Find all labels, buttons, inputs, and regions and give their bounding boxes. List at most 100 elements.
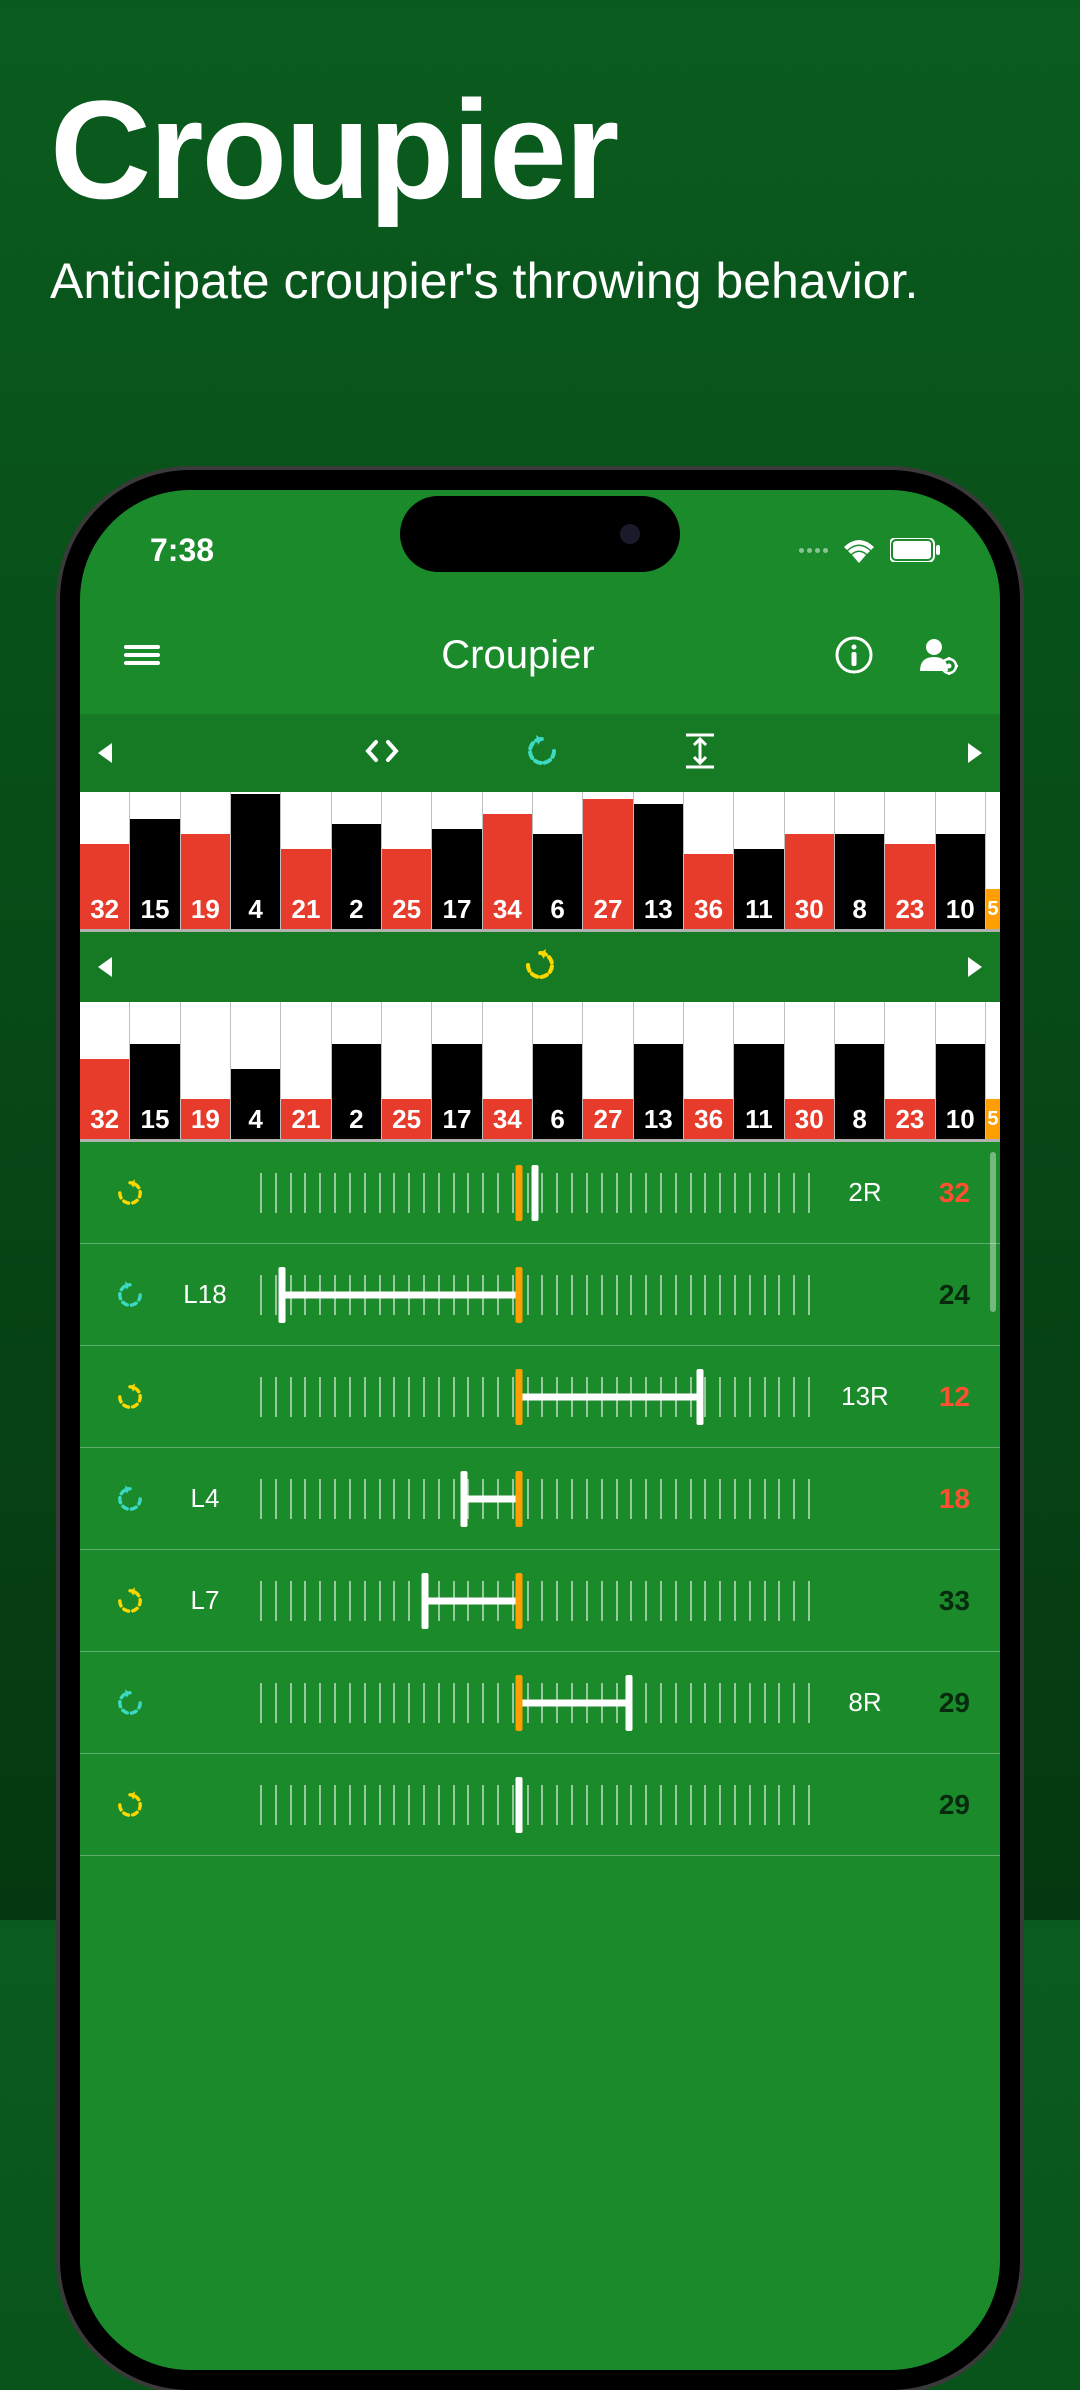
- cell-bar: [533, 834, 582, 889]
- cell-number: 17: [432, 889, 481, 929]
- row-ruler[interactable]: [260, 1369, 810, 1425]
- cell-number: 10: [936, 889, 985, 929]
- marker-white: [697, 1369, 704, 1425]
- cell-number: 6: [533, 889, 582, 929]
- row-ruler[interactable]: [260, 1573, 810, 1629]
- throw-row[interactable]: L1824: [80, 1244, 1000, 1346]
- cell-number: 34: [483, 889, 532, 929]
- collapse-vertical-icon[interactable]: [682, 731, 718, 776]
- wheel-cell[interactable]: 2: [332, 792, 382, 929]
- wheel-cell[interactable]: 15: [130, 792, 180, 929]
- wheel-cell[interactable]: 23: [885, 1002, 935, 1139]
- marker-orange: [515, 1471, 522, 1527]
- wheel-cell[interactable]: 6: [533, 792, 583, 929]
- wheel-cell[interactable]: 6: [533, 1002, 583, 1139]
- wheel-track-1[interactable]: 321519421225173462713361130823105: [80, 792, 1000, 932]
- wheel-cell[interactable]: 36: [684, 792, 734, 929]
- scrollbar-thumb[interactable]: [990, 1152, 996, 1312]
- wheel-cell[interactable]: 10: [936, 792, 986, 929]
- cell-number: 23: [885, 889, 934, 929]
- wheel-cell[interactable]: 4: [231, 792, 281, 929]
- wifi-icon: [842, 537, 876, 563]
- cell-bar: [835, 1044, 884, 1099]
- row-ruler[interactable]: [260, 1675, 810, 1731]
- expand-icon[interactable]: [362, 736, 402, 771]
- cell-number: 36: [684, 1099, 733, 1139]
- marker-orange: [515, 1675, 522, 1731]
- wheel-cell[interactable]: 11: [734, 792, 784, 929]
- wheel-cell[interactable]: 25: [382, 1002, 432, 1139]
- row-ruler[interactable]: [260, 1165, 810, 1221]
- wheel-cell[interactable]: 11: [734, 1002, 784, 1139]
- throw-row[interactable]: L733: [80, 1550, 1000, 1652]
- rotate-ccw-icon: [110, 1278, 150, 1312]
- wheel-cell[interactable]: 15: [130, 1002, 180, 1139]
- signal-icon: [799, 548, 828, 553]
- wheel-cell[interactable]: 19: [181, 792, 231, 929]
- ruler-connector: [425, 1597, 519, 1604]
- cell-bar: [936, 1044, 985, 1099]
- wheel-cell[interactable]: 2: [332, 1002, 382, 1139]
- rotate-cw-icon[interactable]: [520, 945, 560, 990]
- wheel-cell[interactable]: 25: [382, 792, 432, 929]
- wheel-cell[interactable]: 17: [432, 792, 482, 929]
- phone-notch: [400, 496, 680, 572]
- prev-icon-2[interactable]: [98, 957, 112, 977]
- row-left-label: L7: [170, 1585, 240, 1616]
- wheel-cell[interactable]: 32: [80, 1002, 130, 1139]
- wheel-cell[interactable]: 13: [634, 1002, 684, 1139]
- row-right-label: 8R: [830, 1687, 900, 1718]
- wheel-cell[interactable]: 34: [483, 792, 533, 929]
- track-toolbar: [80, 714, 1000, 792]
- throw-list[interactable]: 2R32L182413R12L418L733 8R 29 29: [80, 1142, 1000, 1856]
- profile-settings-icon[interactable]: [916, 633, 960, 677]
- wheel-cell[interactable]: 32: [80, 792, 130, 929]
- ruler-connector: [282, 1291, 519, 1298]
- wheel-cell[interactable]: 34: [483, 1002, 533, 1139]
- wheel-cell[interactable]: 21: [281, 792, 331, 929]
- marker-orange: [515, 1369, 522, 1425]
- prev-icon[interactable]: [98, 743, 112, 763]
- menu-icon[interactable]: [120, 633, 164, 677]
- wheel-cell[interactable]: 13: [634, 792, 684, 929]
- cell-bar: [785, 834, 834, 889]
- throw-row[interactable]: L418: [80, 1448, 1000, 1550]
- wheel-cell[interactable]: 19: [181, 1002, 231, 1139]
- wheel-cell[interactable]: 23: [885, 792, 935, 929]
- info-icon[interactable]: [832, 633, 876, 677]
- cell-bar: [382, 849, 431, 889]
- cell-bar: [332, 1044, 381, 1099]
- row-ruler[interactable]: [260, 1777, 810, 1833]
- cell-number: 23: [885, 1099, 934, 1139]
- wheel-cell[interactable]: 36: [684, 1002, 734, 1139]
- throw-row[interactable]: 29: [80, 1754, 1000, 1856]
- cell-bar: [130, 819, 179, 889]
- wheel-track-2[interactable]: 321519421225173462713361130823105: [80, 1002, 1000, 1142]
- wheel-cell[interactable]: 17: [432, 1002, 482, 1139]
- wheel-cell[interactable]: 27: [583, 1002, 633, 1139]
- ruler-connector: [464, 1495, 519, 1502]
- throw-row[interactable]: 8R 29: [80, 1652, 1000, 1754]
- rotate-ccw-icon[interactable]: [522, 731, 562, 776]
- wheel-cell[interactable]: 30: [785, 792, 835, 929]
- cell-bar: [80, 844, 129, 889]
- wheel-cell[interactable]: 8: [835, 1002, 885, 1139]
- cell-bar: [734, 1044, 783, 1099]
- wheel-cell[interactable]: 8: [835, 792, 885, 929]
- next-icon[interactable]: [968, 743, 982, 763]
- next-icon-2[interactable]: [968, 957, 982, 977]
- row-ruler[interactable]: [260, 1267, 810, 1323]
- row-value: 29: [920, 1687, 970, 1719]
- cell-number: 2: [332, 1099, 381, 1139]
- throw-row[interactable]: 13R12: [80, 1346, 1000, 1448]
- ruler-connector: [519, 1393, 701, 1400]
- wheel-cell[interactable]: 21: [281, 1002, 331, 1139]
- cell-bar: [332, 824, 381, 889]
- row-value: 24: [920, 1279, 970, 1311]
- wheel-cell[interactable]: 30: [785, 1002, 835, 1139]
- row-ruler[interactable]: [260, 1471, 810, 1527]
- throw-row[interactable]: 2R32: [80, 1142, 1000, 1244]
- wheel-cell[interactable]: 10: [936, 1002, 986, 1139]
- wheel-cell[interactable]: 27: [583, 792, 633, 929]
- wheel-cell[interactable]: 4: [231, 1002, 281, 1139]
